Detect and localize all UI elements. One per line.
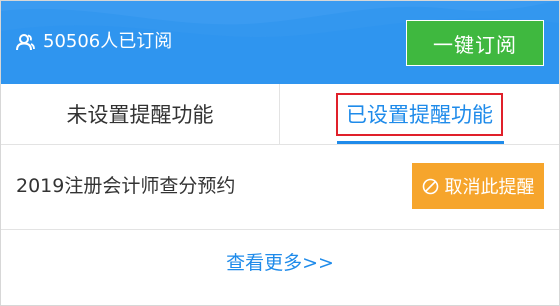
- cancel-reminder-label: 取消此提醒: [444, 177, 535, 198]
- tab-not-set-reminder-label: 未设置提醒功能: [66, 103, 214, 127]
- one-click-subscribe-button[interactable]: 一键订阅: [406, 20, 544, 66]
- cancel-reminder-button[interactable]: 取消此提醒: [412, 163, 544, 209]
- tab-set-reminder[interactable]: 已设置提醒功能: [280, 84, 559, 144]
- reminder-tabs: 未设置提醒功能 已设置提醒功能: [1, 84, 559, 145]
- tab-set-reminder-label: 已设置提醒功能: [336, 92, 503, 136]
- active-tab-indicator: [337, 141, 504, 144]
- header-banner: 50506人已订阅 一键订阅: [1, 1, 559, 84]
- subscriber-count-text: 50506人已订阅: [43, 31, 173, 52]
- list-item: 2019注册会计师查分预约 取消此提醒: [1, 145, 559, 230]
- user-icon: [15, 32, 35, 52]
- cancel-icon: [422, 178, 439, 195]
- view-more-link[interactable]: 查看更多>>: [1, 249, 559, 277]
- subscriber-count: 50506人已订阅: [15, 30, 172, 54]
- reminder-title: 2019注册会计师查分预约: [16, 175, 236, 197]
- subscription-panel: 50506人已订阅 一键订阅 未设置提醒功能 已设置提醒功能 2019注册会计师…: [0, 0, 560, 306]
- tab-not-set-reminder[interactable]: 未设置提醒功能: [1, 84, 280, 144]
